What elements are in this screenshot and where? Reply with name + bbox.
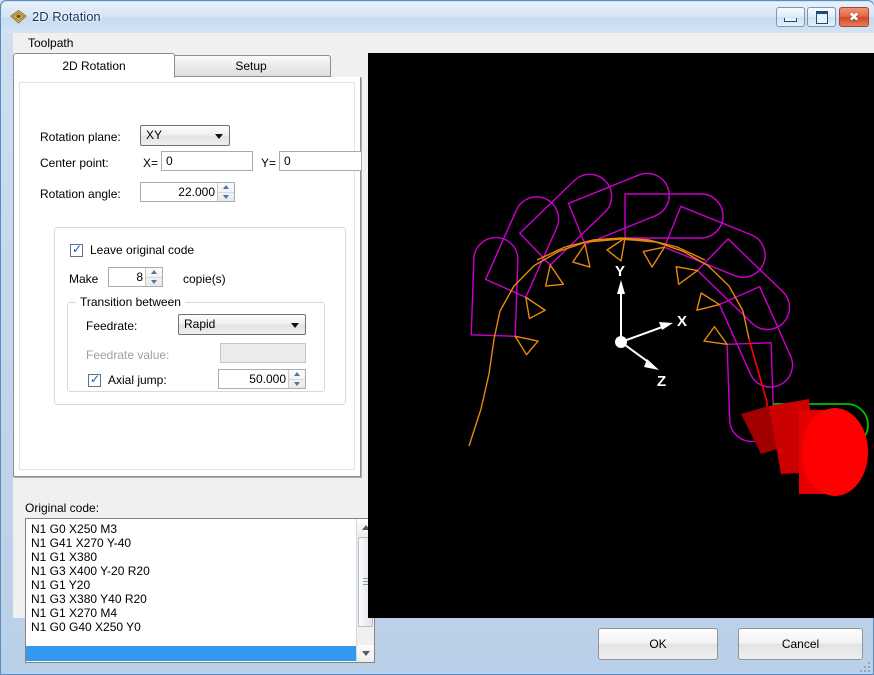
leave-original-code-label: Leave original code — [90, 243, 195, 257]
original-code-line[interactable]: N1 G1 X270 M4 — [29, 606, 356, 620]
rotation-angle-value: 22.000 — [178, 185, 215, 199]
axial-jump-decrement[interactable] — [289, 380, 305, 389]
maximize-icon — [808, 8, 835, 26]
minimize-icon — [777, 8, 804, 26]
tool-face — [802, 408, 868, 496]
check-icon: ✓ — [90, 372, 101, 386]
caret-down-icon — [361, 651, 370, 656]
original-code-line[interactable]: N1 G3 X400 Y-20 R20 — [29, 564, 356, 578]
center-x-label: X= — [143, 156, 159, 170]
menu-item-toolpath[interactable]: Toolpath — [23, 35, 78, 51]
copies-stepper[interactable]: 8 — [108, 267, 163, 287]
axial-jump-increment[interactable] — [289, 370, 305, 380]
check-icon: ✓ — [72, 242, 83, 256]
original-code-listbox[interactable]: N1 G0 X250 M3 N1 G41 X270 Y-40 N1 G1 X380 N… — [25, 518, 375, 663]
title-bar: 2D Rotation ✖ — [2, 2, 874, 33]
toolpath-viewport[interactable]: Y X Z — [368, 53, 874, 618]
window-title: 2D Rotation — [32, 9, 101, 24]
resize-grip[interactable] — [858, 660, 870, 672]
leave-original-code-checkbox[interactable]: ✓ — [70, 242, 83, 257]
z-axis-label: Z — [657, 373, 666, 390]
axial-jump-spin-buttons[interactable] — [288, 370, 305, 388]
client-area: Setup 2D Rotation Rotation plane: XY Cen… — [13, 53, 874, 663]
center-y-input[interactable]: 0 — [279, 151, 362, 171]
axial-jump-value: 50.000 — [249, 372, 286, 386]
rotation-plane-value: XY — [146, 128, 163, 142]
tab-setup[interactable]: Setup — [171, 55, 331, 77]
caret-down-icon — [294, 381, 300, 386]
close-button[interactable]: ✖ — [839, 7, 869, 27]
original-code-line[interactable]: N1 G1 X380 — [29, 550, 356, 564]
feedrate-label: Feedrate: — [86, 319, 138, 333]
rotation-angle-spin-buttons[interactable] — [217, 183, 234, 201]
center-x-input[interactable]: 0 — [161, 151, 253, 171]
transition-group: Transition between Feedrate: Rapid Feedr… — [67, 295, 325, 392]
original-code-group: Original code: N1 G0 X250 M3 N1 G41 X270 … — [17, 501, 375, 666]
caret-up-icon — [294, 372, 300, 377]
rotation-plane-label: Rotation plane: — [40, 130, 121, 144]
copies-decrement[interactable] — [146, 278, 162, 287]
feedrate-value-label: Feedrate value: — [86, 348, 170, 362]
caret-down-icon — [151, 279, 157, 284]
settings-frame: Rotation plane: XY Center point: X= 0 Y=… — [19, 82, 362, 470]
caret-down-icon — [223, 194, 229, 199]
cancel-button[interactable]: Cancel — [738, 628, 863, 660]
center-point-label: Center point: — [40, 156, 109, 170]
y-axis-label: Y — [615, 263, 625, 280]
rotation-plane-select[interactable]: XY — [140, 125, 230, 146]
rotation-angle-decrement[interactable] — [218, 193, 234, 202]
axial-jump-stepper[interactable]: 50.000 — [218, 369, 306, 389]
chevron-down-icon — [291, 322, 299, 328]
axial-jump-checkbox[interactable]: ✓ — [88, 372, 101, 387]
original-code-label: Original code: — [25, 501, 100, 515]
scroll-down-button[interactable] — [357, 645, 374, 662]
caret-up-icon — [151, 270, 157, 275]
maximize-button[interactable] — [807, 7, 836, 27]
copies-value: 8 — [136, 270, 143, 284]
menu-bar: Toolpath — [13, 33, 874, 53]
tab-2d-rotation[interactable]: 2D Rotation — [13, 53, 175, 78]
minimize-button[interactable] — [776, 7, 805, 27]
tab-panel-2d-rotation: Rotation plane: XY Center point: X= 0 Y=… — [13, 77, 362, 477]
diamond-icon — [10, 9, 27, 24]
copies-spin-buttons[interactable] — [145, 268, 162, 286]
original-code-line[interactable]: N1 G0 G40 X250 Y0 — [29, 620, 356, 634]
rotation-angle-stepper[interactable]: 22.000 — [140, 182, 235, 202]
feedrate-value-input — [220, 343, 306, 363]
rotation-angle-increment[interactable] — [218, 183, 234, 193]
copies-suffix-label: copie(s) — [183, 272, 226, 286]
original-code-line[interactable]: N1 G41 X270 Y-40 — [29, 536, 356, 550]
x-axis-label: X — [677, 313, 687, 330]
copies-increment[interactable] — [146, 268, 162, 278]
axial-jump-label: Axial jump: — [108, 373, 167, 387]
chevron-down-icon — [215, 133, 223, 139]
original-code-line[interactable]: N1 G3 X380 Y40 R20 — [29, 592, 356, 606]
make-label: Make — [69, 272, 99, 286]
axis-origin — [615, 336, 627, 348]
toolpath-render: Y X Z — [369, 54, 873, 617]
rotation-angle-label: Rotation angle: — [40, 187, 121, 201]
dialog-window: 2D Rotation ✖ Toolpath Setup 2D Rotation… — [0, 0, 874, 675]
center-y-label: Y= — [261, 156, 277, 170]
copies-group: ✓ Leave original code Make 8 copie(s) Tr… — [54, 227, 346, 405]
original-code-selected-row[interactable] — [26, 646, 374, 661]
tab-strip: Setup 2D Rotation — [13, 53, 363, 78]
close-icon: ✖ — [848, 10, 860, 24]
feedrate-select[interactable]: Rapid — [178, 314, 306, 335]
feedrate-value: Rapid — [184, 317, 216, 331]
transition-group-label: Transition between — [76, 295, 185, 309]
original-code-line[interactable]: N1 G1 Y20 — [29, 578, 356, 592]
original-code-lines: N1 G0 X250 M3 N1 G41 X270 Y-40 N1 G1 X380 N… — [26, 519, 356, 662]
original-code-line[interactable]: N1 G0 X250 M3 — [29, 522, 356, 536]
caret-up-icon — [223, 185, 229, 190]
ok-button[interactable]: OK — [598, 628, 718, 660]
